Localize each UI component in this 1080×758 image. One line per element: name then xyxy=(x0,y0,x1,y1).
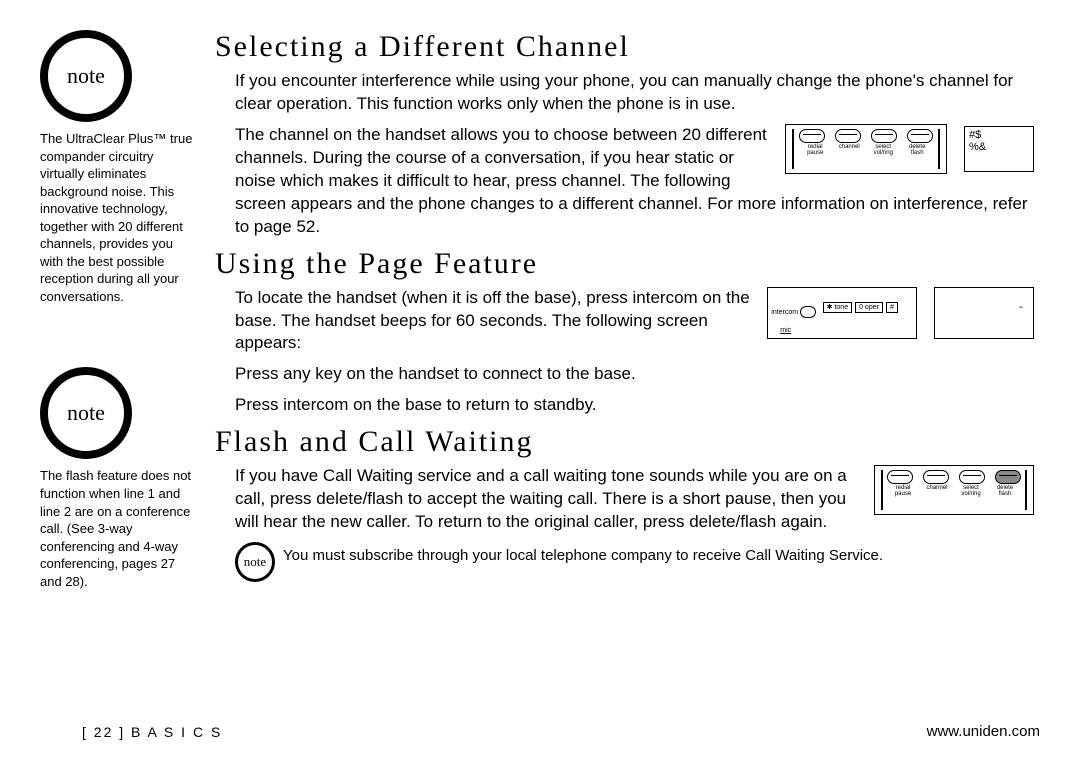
note-label: note xyxy=(244,554,266,570)
page-footer-left: [ 22 ] B A S I C S xyxy=(82,724,222,740)
lcd-screen-diagram: #$ %& xyxy=(964,126,1034,172)
handset-buttons-diagram: redialpause channel selectvol/ring delet… xyxy=(785,124,947,174)
s2-p3: Press intercom on the base to return to … xyxy=(235,394,1040,417)
s2-p1: intercom ✱ tone 0 oper # mic "" To locat… xyxy=(235,287,1040,356)
sidebar-note-1: The UltraClear Plus™ true compander circ… xyxy=(40,130,195,305)
heading-channel: Selecting a Different Channel xyxy=(215,30,1040,64)
main-content: Selecting a Different Channel If you enc… xyxy=(215,30,1040,590)
sidebar-note-2: The flash feature does not function when… xyxy=(40,467,195,590)
s1-p1: If you encounter interference while usin… xyxy=(235,70,1040,116)
inline-note: note You must subscribe through your loc… xyxy=(235,542,1040,582)
s2-p2: Press any key on the handset to connect … xyxy=(235,363,1040,386)
sidebar: note The UltraClear Plus™ true compander… xyxy=(40,30,195,590)
note-label: note xyxy=(67,400,105,426)
note-icon-1: note xyxy=(40,30,132,122)
heading-flash: Flash and Call Waiting xyxy=(215,425,1040,459)
note-icon-2: note xyxy=(40,367,132,459)
s3-p1: redialpause channel selectvol/ring delet… xyxy=(235,465,1040,534)
s1-p2: redialpause channel selectvol/ring delet… xyxy=(235,124,1040,239)
handset-buttons-flash-diagram: redialpause channel selectvol/ring delet… xyxy=(874,465,1034,515)
page-footer-right: www.uniden.com xyxy=(927,723,1040,740)
heading-page: Using the Page Feature xyxy=(215,247,1040,281)
note-label: note xyxy=(67,63,105,89)
note-icon-small: note xyxy=(235,542,275,582)
base-keypad-diagram: intercom ✱ tone 0 oper # mic xyxy=(767,287,917,339)
inline-note-text: You must subscribe through your local te… xyxy=(283,542,883,566)
lcd-screen-page-diagram: "" xyxy=(934,287,1034,339)
